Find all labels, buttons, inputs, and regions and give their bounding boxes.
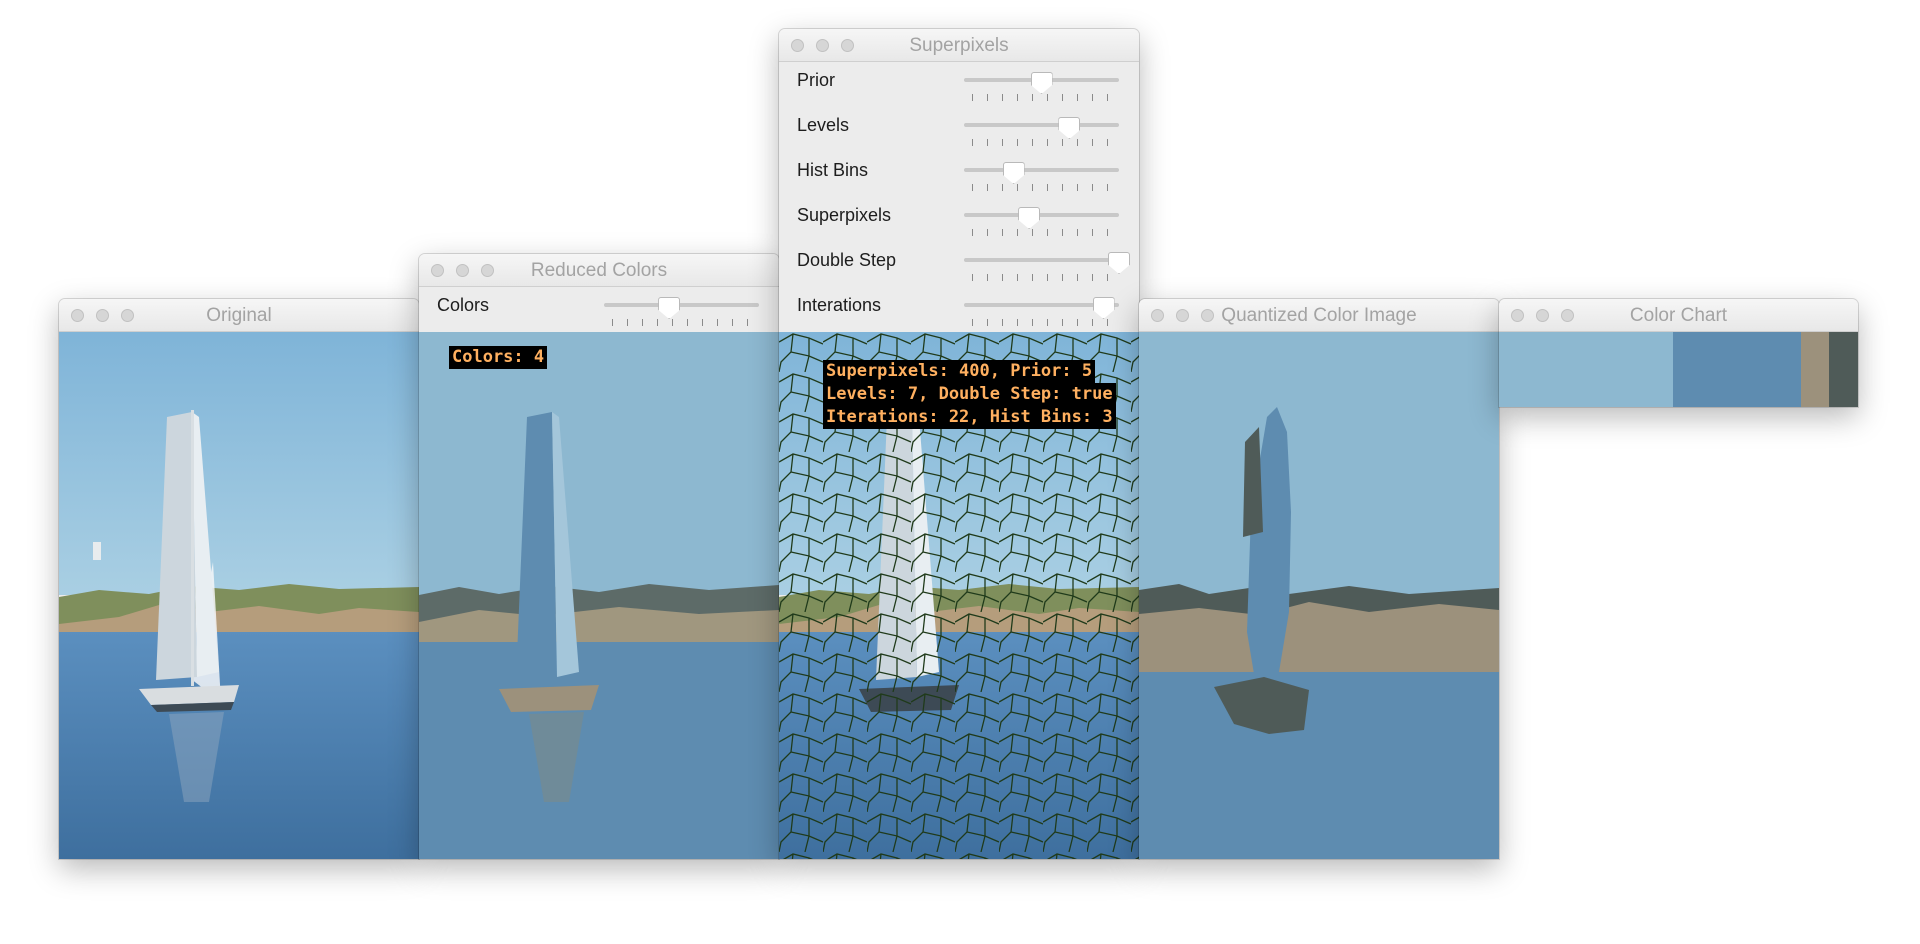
color-swatch-3	[1800, 332, 1830, 407]
superpixels-window: Superpixels Prior Levels Hist Bins Superpix…	[779, 29, 1139, 859]
hist-bins-control: Hist Bins	[779, 152, 1139, 197]
prior-slider[interactable]	[964, 72, 1119, 102]
window-title: Superpixels	[909, 35, 1009, 56]
window-title: Quantized Color Image	[1221, 305, 1417, 326]
colors-label: Colors	[437, 295, 490, 315]
color-swatch-4	[1829, 332, 1858, 407]
colors-slider[interactable]	[604, 297, 759, 327]
reduced-colors-window: Reduced Colors Colors Colors: 4	[419, 254, 779, 859]
colors-control: Colors	[419, 287, 779, 332]
colorchart-titlebar[interactable]: Color Chart	[1499, 299, 1858, 332]
superpixels-titlebar[interactable]: Superpixels	[779, 29, 1139, 62]
double-step-slider[interactable]	[964, 252, 1130, 282]
superpixels-slider[interactable]	[964, 207, 1119, 237]
quantized-image	[1139, 332, 1499, 859]
double-step-label: Double Step	[797, 250, 897, 270]
window-title: Color Chart	[1629, 305, 1728, 326]
levels-label: Levels	[797, 115, 850, 135]
color-swatch-1	[1499, 332, 1674, 407]
prior-label: Prior	[797, 70, 836, 90]
quantized-titlebar[interactable]: Quantized Color Image	[1139, 299, 1499, 332]
superpixels-control: Superpixels	[779, 197, 1139, 242]
original-image	[59, 332, 419, 859]
window-title: Original	[206, 305, 272, 326]
quantized-window: Quantized Color Image	[1139, 299, 1499, 859]
double-step-control: Double Step	[779, 242, 1139, 287]
superpixels-image: Superpixels: 400, Prior: 5 Levels: 7, Do…	[779, 332, 1139, 859]
superpixels-overlay-line-2: Levels: 7, Double Step: true	[823, 383, 1116, 406]
original-titlebar[interactable]: Original	[59, 299, 419, 332]
reduced-titlebar[interactable]: Reduced Colors	[419, 254, 779, 287]
prior-slider-knob[interactable]	[1030, 72, 1053, 94]
superpixels-overlay-line-3: Iterations: 22, Hist Bins: 3	[823, 406, 1116, 429]
reduced-image: Colors: 4	[419, 332, 779, 859]
superpixels-overlay-line-1: Superpixels: 400, Prior: 5	[823, 360, 1096, 383]
colors-overlay: Colors: 4	[449, 346, 548, 369]
superpixels-slider-knob[interactable]	[1018, 207, 1041, 229]
interations-slider-knob[interactable]	[1092, 297, 1115, 319]
color-swatch-2	[1673, 332, 1801, 407]
original-window: Original	[59, 299, 419, 859]
hist-bins-label: Hist Bins	[797, 160, 869, 180]
window-title: Reduced Colors	[530, 260, 668, 281]
prior-control: Prior	[779, 62, 1139, 107]
color-chart-window: Color Chart	[1499, 299, 1858, 407]
interations-slider[interactable]	[964, 297, 1119, 327]
double-step-slider-knob[interactable]	[1108, 252, 1130, 274]
hist-bins-slider[interactable]	[964, 162, 1119, 192]
levels-control: Levels	[779, 107, 1139, 152]
hist-bins-slider-knob[interactable]	[1002, 162, 1025, 184]
interations-control: Interations	[779, 287, 1139, 332]
interations-label: Interations	[797, 295, 882, 315]
superpixels-label: Superpixels	[797, 205, 892, 225]
color-chart-swatches	[1499, 332, 1858, 407]
levels-slider-knob[interactable]	[1058, 117, 1081, 139]
colors-slider-knob[interactable]	[658, 297, 681, 319]
levels-slider[interactable]	[964, 117, 1119, 147]
